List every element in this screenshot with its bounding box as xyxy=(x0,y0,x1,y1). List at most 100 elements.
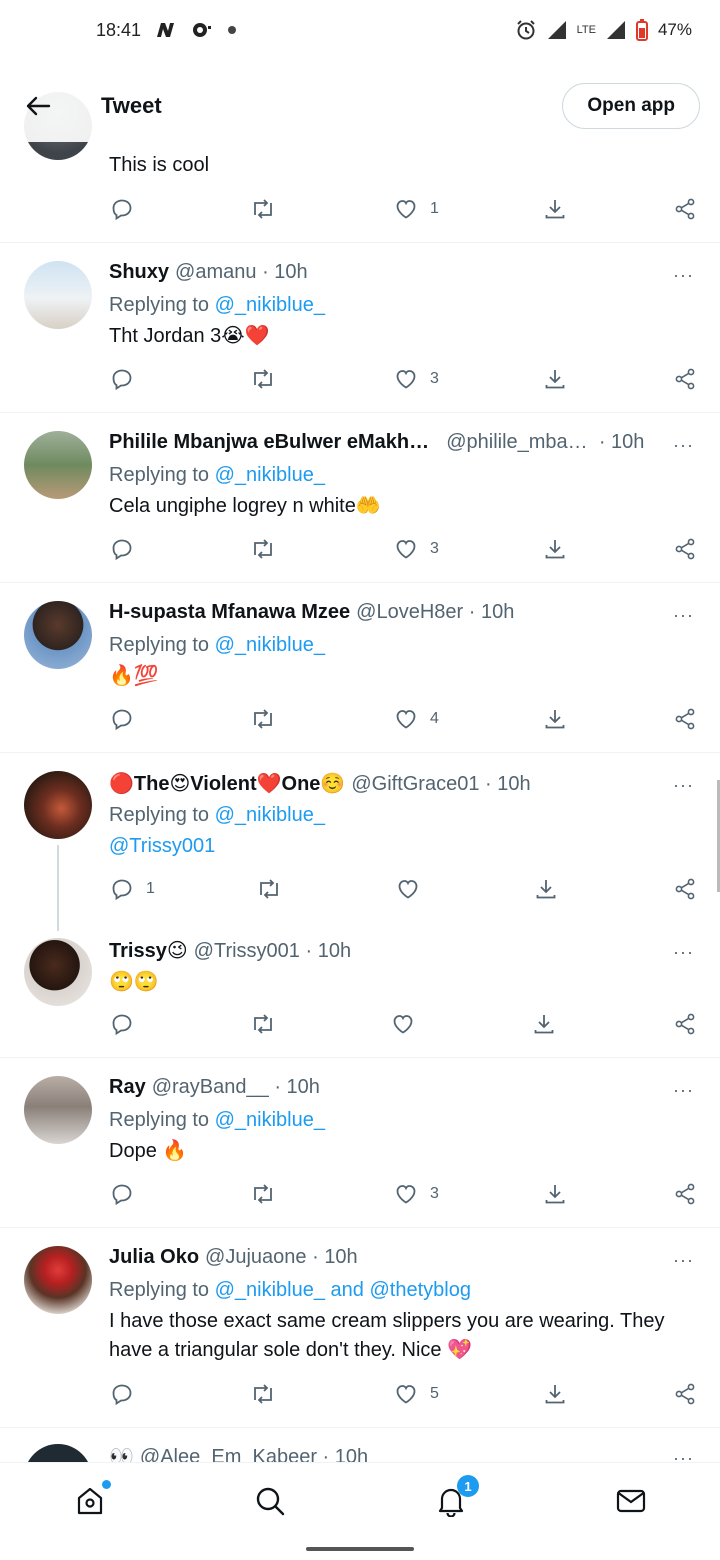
avatar[interactable] xyxy=(24,601,92,669)
reply-thread[interactable]: 🔴The😍Violent❤️One☺️ @GiftGrace01 · 10h ··… xyxy=(0,753,720,1058)
like-button[interactable] xyxy=(391,1012,415,1036)
mention-link[interactable]: @_nikiblue_ xyxy=(215,464,325,486)
user-handle[interactable]: @LoveH8er xyxy=(356,601,463,624)
bookmark-button[interactable] xyxy=(543,707,567,731)
bookmark-button[interactable] xyxy=(543,367,567,391)
retweet-button[interactable] xyxy=(250,537,276,561)
reply-button[interactable] xyxy=(110,1382,134,1406)
display-name[interactable]: Shuxy xyxy=(109,261,169,284)
like-button[interactable]: 3 xyxy=(394,367,439,391)
avatar[interactable] xyxy=(24,261,92,329)
bookmark-button[interactable] xyxy=(543,537,567,561)
tweet-time[interactable]: 10h xyxy=(611,431,644,454)
reply-tweet[interactable]: 👀 @Alee_Em_Kabeer · 10h ··· xyxy=(0,1428,720,1462)
like-button[interactable] xyxy=(396,877,420,901)
more-options-icon[interactable]: ··· xyxy=(673,942,694,963)
mention-link[interactable]: @_nikiblue_ and @thetyblog xyxy=(215,1279,471,1301)
tweet-time[interactable]: 10h xyxy=(318,940,351,963)
display-name[interactable]: Ray xyxy=(109,1076,146,1099)
more-options-icon[interactable]: ··· xyxy=(673,265,694,286)
like-button[interactable]: 3 xyxy=(394,1182,439,1206)
bookmark-button[interactable] xyxy=(532,1012,556,1036)
share-button[interactable] xyxy=(673,1182,697,1206)
retweet-button[interactable] xyxy=(250,1382,276,1406)
reply-tweet[interactable]: Julia Oko @Jujuaone · 10h ··· Replying to… xyxy=(0,1228,720,1428)
retweet-button[interactable] xyxy=(256,877,282,901)
reply-button[interactable] xyxy=(110,1182,134,1206)
share-button[interactable] xyxy=(673,197,697,221)
reply-tweet[interactable]: Shuxy @amanu · 10h ··· Replying to @_niki… xyxy=(0,243,720,413)
reply-button[interactable] xyxy=(110,367,134,391)
retweet-button[interactable] xyxy=(250,707,276,731)
share-button[interactable] xyxy=(673,707,697,731)
reply-tweet[interactable]: H-supasta Mfanawa Mzee @LoveH8er · 10h ··… xyxy=(0,583,720,753)
reply-tweet[interactable]: Ray @rayBand__ · 10h ··· Replying to @_ni… xyxy=(0,1058,720,1228)
nav-search[interactable] xyxy=(252,1483,288,1519)
avatar[interactable] xyxy=(24,1246,92,1314)
avatar[interactable] xyxy=(24,771,92,839)
reply-button[interactable] xyxy=(110,707,134,731)
user-handle[interactable]: @philile_mba… xyxy=(446,431,587,454)
display-name[interactable]: Trissy😉 xyxy=(109,938,188,963)
more-options-icon[interactable]: ··· xyxy=(673,775,694,796)
reply-button[interactable] xyxy=(110,197,134,221)
reply-button[interactable] xyxy=(110,1012,134,1036)
bookmark-button[interactable] xyxy=(543,1382,567,1406)
user-handle[interactable]: @Trissy001 xyxy=(194,940,300,963)
tweet-time[interactable]: 10h xyxy=(481,601,514,624)
avatar[interactable] xyxy=(24,431,92,499)
nav-home[interactable] xyxy=(72,1480,111,1519)
back-arrow-icon[interactable] xyxy=(20,88,56,124)
more-options-icon[interactable]: ··· xyxy=(673,605,694,626)
retweet-button[interactable] xyxy=(250,1012,276,1036)
like-button[interactable]: 3 xyxy=(394,537,439,561)
like-button[interactable]: 5 xyxy=(394,1382,439,1406)
like-button[interactable]: 4 xyxy=(394,707,439,731)
mention-link[interactable]: @_nikiblue_ xyxy=(215,634,325,656)
mention-link[interactable]: @Trissy001 xyxy=(109,835,215,857)
reply-button[interactable]: 1 xyxy=(110,877,155,901)
user-handle[interactable]: @Alee_Em_Kabeer xyxy=(140,1446,317,1462)
share-button[interactable] xyxy=(673,877,697,901)
avatar[interactable] xyxy=(24,938,92,1006)
more-options-icon[interactable]: ··· xyxy=(673,1448,694,1462)
tweet-time[interactable]: 10h xyxy=(335,1446,368,1462)
bookmark-button[interactable] xyxy=(543,1182,567,1206)
retweet-button[interactable] xyxy=(250,197,276,221)
tweet-time[interactable]: 10h xyxy=(274,261,307,284)
mention-link[interactable]: @_nikiblue_ xyxy=(215,804,325,826)
reply-button[interactable] xyxy=(110,537,134,561)
more-options-icon[interactable]: ··· xyxy=(673,435,694,456)
tweet-time[interactable]: 10h xyxy=(497,773,530,796)
mention-link[interactable]: @_nikiblue_ xyxy=(215,1109,325,1131)
display-name[interactable]: Julia Oko xyxy=(109,1246,199,1269)
tweet-time[interactable]: 10h xyxy=(287,1076,320,1099)
retweet-button[interactable] xyxy=(250,1182,276,1206)
like-button[interactable]: 1 xyxy=(394,197,439,221)
reply-tweet[interactable]: Philile Mbanjwa eBulwer eMakh… @philile_… xyxy=(0,413,720,583)
retweet-button[interactable] xyxy=(250,367,276,391)
nav-notifications[interactable]: 1 xyxy=(433,1475,479,1519)
gesture-bar[interactable] xyxy=(306,1547,414,1551)
user-handle[interactable]: @rayBand__ xyxy=(152,1076,269,1099)
bookmark-button[interactable] xyxy=(534,877,558,901)
share-button[interactable] xyxy=(673,1012,697,1036)
tweet-time[interactable]: 10h xyxy=(324,1246,357,1269)
share-button[interactable] xyxy=(673,1382,697,1406)
more-options-icon[interactable]: ··· xyxy=(673,1080,694,1101)
open-app-button[interactable]: Open app xyxy=(562,83,700,129)
user-handle[interactable]: @amanu xyxy=(175,261,256,284)
display-name[interactable]: Philile Mbanjwa eBulwer eMakh… xyxy=(109,431,429,454)
nav-messages[interactable] xyxy=(613,1483,649,1519)
display-name[interactable]: 👀 xyxy=(109,1444,134,1462)
avatar[interactable] xyxy=(24,1444,92,1462)
user-handle[interactable]: @GiftGrace01 xyxy=(351,773,479,796)
avatar[interactable] xyxy=(24,1076,92,1144)
share-button[interactable] xyxy=(673,537,697,561)
mention-link[interactable]: @_nikiblue_ xyxy=(215,294,325,316)
display-name[interactable]: H-supasta Mfanawa Mzee xyxy=(109,601,350,624)
more-options-icon[interactable]: ··· xyxy=(673,1250,694,1271)
bookmark-button[interactable] xyxy=(543,197,567,221)
display-name[interactable]: 🔴The😍Violent❤️One☺️ xyxy=(109,771,345,796)
share-button[interactable] xyxy=(673,367,697,391)
